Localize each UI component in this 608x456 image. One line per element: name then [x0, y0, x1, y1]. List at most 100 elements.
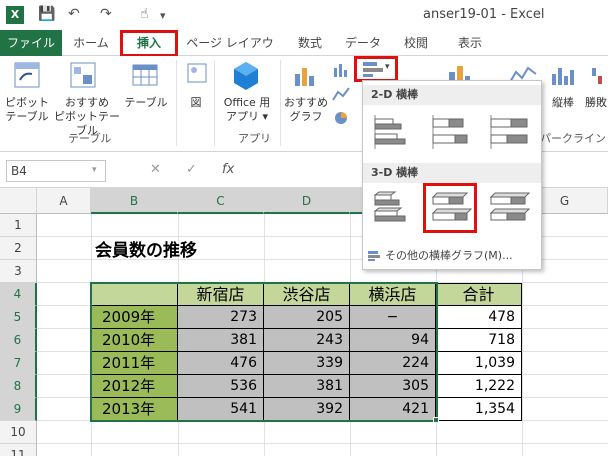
stacked-bar-3d-icon[interactable] [427, 187, 475, 229]
illustration-button[interactable]: 図 [184, 96, 208, 110]
header-cell[interactable]: 渋谷店 [264, 283, 350, 306]
sparkline-column-button[interactable]: 縦棒 [546, 96, 580, 110]
value-cell[interactable]: 339 [264, 352, 350, 375]
value-cell[interactable]: 305 [350, 375, 436, 398]
total-cell[interactable]: 1,222 [436, 375, 522, 398]
tab-insert[interactable]: 挿入 [120, 30, 178, 57]
tab-review[interactable]: 校閲 [396, 30, 436, 56]
bar-chart-dropdown: 2-D 横棒 3-D 横棒 その他の横棒グラフ(M)... [362, 80, 542, 270]
value-cell[interactable]: 205 [264, 306, 350, 329]
row-header-1[interactable]: 1 [0, 214, 37, 237]
column-header-a[interactable]: A [37, 188, 91, 214]
customize-qa-icon[interactable]: ▾ [160, 9, 166, 22]
header-corner-cell[interactable] [91, 283, 178, 306]
column-header-c[interactable]: C [178, 188, 264, 214]
stacked-100-bar-3d-icon[interactable] [485, 187, 533, 229]
row-header-6[interactable]: 6 [0, 329, 37, 352]
header-cell[interactable]: 合計 [436, 283, 522, 306]
value-cell[interactable]: 94 [350, 329, 436, 352]
value-cell[interactable]: − [350, 306, 436, 329]
rec-chart-label-1: おすすめ [284, 96, 328, 109]
value-cell[interactable]: 421 [350, 398, 436, 421]
year-cell[interactable]: 2011年 [91, 352, 178, 375]
group-separator [214, 60, 215, 146]
pivot-table-icon [14, 62, 40, 88]
year-cell[interactable]: 2010年 [91, 329, 178, 352]
row-header-11[interactable]: 11 [0, 444, 37, 456]
app-group-label: アプリ [238, 132, 271, 145]
header-cell[interactable]: 横浜店 [350, 283, 436, 306]
stacked-100-bar-2d-icon[interactable] [485, 111, 533, 153]
fill-handle[interactable] [433, 417, 439, 423]
value-cell[interactable]: 243 [264, 329, 350, 352]
value-cell[interactable]: 273 [178, 306, 264, 329]
total-cell[interactable]: 718 [436, 329, 522, 352]
year-cell[interactable]: 2009年 [91, 306, 178, 329]
row-header-10[interactable]: 10 [0, 421, 37, 444]
column-header-b[interactable]: B [91, 188, 178, 214]
year-cell[interactable]: 2012年 [91, 375, 178, 398]
row-header-9[interactable]: 9 [0, 398, 37, 421]
sparkline-winloss-icon [592, 68, 602, 84]
header-cell[interactable]: 新宿店 [178, 283, 264, 306]
value-cell[interactable]: 541 [178, 398, 264, 421]
touch-mode-icon[interactable]: ☝ [140, 6, 149, 22]
tab-file[interactable]: ファイル [0, 30, 62, 56]
tab-page-layout[interactable]: ページ レイアウト [184, 30, 276, 76]
bar-chart-icon[interactable] [362, 60, 384, 78]
pie-chart-icon[interactable] [332, 110, 350, 126]
column-chart-icon[interactable] [332, 62, 350, 78]
stacked-bar-2d-icon[interactable] [427, 111, 475, 153]
value-cell[interactable]: 381 [178, 329, 264, 352]
enter-icon[interactable]: ✓ [186, 162, 197, 177]
total-cell[interactable]: 1,039 [436, 352, 522, 375]
cancel-icon[interactable]: ✕ [150, 162, 161, 177]
group-separator [176, 60, 177, 146]
name-box-dropdown-icon[interactable]: ▾ [92, 165, 97, 175]
group-separator [280, 60, 281, 146]
row-header-2[interactable]: 2 [0, 237, 37, 260]
column-header-d[interactable]: D [264, 188, 350, 214]
chevron-down-icon[interactable]: ▾ [385, 62, 390, 72]
excel-logo-icon: X [6, 6, 24, 24]
line-chart-icon[interactable] [332, 86, 350, 102]
ribbon-tabs: ファイル ホーム 挿入 ページ レイアウト 数式 データ 校閲 表示 [0, 30, 608, 76]
undo-icon[interactable]: ↶ [68, 6, 80, 22]
row-header-8[interactable]: 8 [0, 375, 37, 398]
tab-view[interactable]: 表示 [448, 30, 492, 56]
name-box[interactable]: B4 [6, 160, 106, 182]
tab-home[interactable]: ホーム [66, 30, 116, 56]
recommended-chart-button[interactable]: おすすめ グラフ [284, 96, 328, 124]
row-header-4[interactable]: 4 [0, 283, 37, 306]
total-cell[interactable]: 1,354 [436, 398, 522, 421]
tab-data[interactable]: データ [340, 30, 386, 56]
office-app-button[interactable]: Office 用 アプリ ▾ [218, 96, 276, 124]
value-cell[interactable]: 381 [264, 375, 350, 398]
sheet-title: 会員数の推移 [95, 241, 197, 261]
save-icon[interactable]: 💾 [38, 6, 55, 22]
more-bar-charts-item[interactable]: その他の横棒グラフ(M)... [367, 247, 513, 263]
table-button[interactable]: テーブル [122, 96, 170, 110]
value-cell[interactable]: 536 [178, 375, 264, 398]
redo-icon[interactable]: ↷ [100, 6, 112, 22]
office-store-icon [234, 62, 258, 90]
sparkline-group-label: パークライン [540, 132, 606, 145]
value-cell[interactable]: 392 [264, 398, 350, 421]
title-bar: X 💾 ↶ ↷ ☝ ▾ anser19-01 - Excel [0, 0, 608, 30]
sparkline-winloss-button[interactable]: 勝敗 [584, 96, 608, 110]
pivot-table-button[interactable]: ピボット テーブル [4, 96, 50, 124]
total-cell[interactable]: 478 [436, 306, 522, 329]
clustered-bar-2d-icon[interactable] [369, 111, 417, 153]
select-all-corner[interactable] [0, 188, 37, 214]
illustration-icon [187, 63, 207, 83]
table-icon [132, 64, 158, 86]
row-header-3[interactable]: 3 [0, 260, 37, 283]
clustered-bar-3d-icon[interactable] [369, 187, 417, 229]
tab-formulas[interactable]: 数式 [288, 30, 332, 56]
value-cell[interactable]: 224 [350, 352, 436, 375]
row-header-5[interactable]: 5 [0, 306, 37, 329]
value-cell[interactable]: 476 [178, 352, 264, 375]
year-cell[interactable]: 2013年 [91, 398, 178, 421]
function-icon[interactable]: fx [222, 162, 234, 177]
row-header-7[interactable]: 7 [0, 352, 37, 375]
